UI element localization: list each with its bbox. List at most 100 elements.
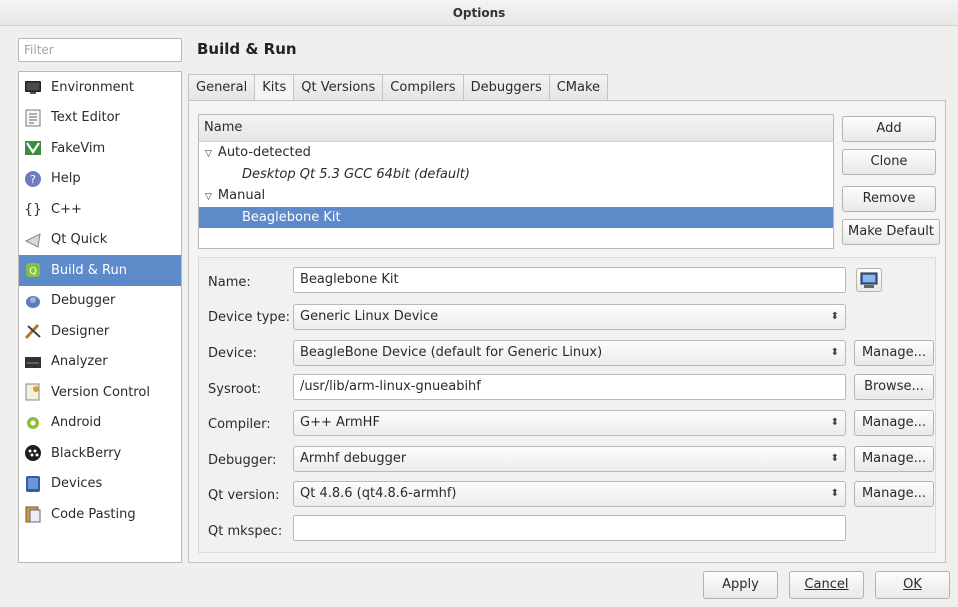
sidebar-item-label: FakeVim <box>51 140 106 156</box>
combo-arrows-icon: ⬍ <box>830 347 839 358</box>
sidebar-item-label: Qt Quick <box>51 232 108 248</box>
combo-arrows-icon: ⬍ <box>830 311 839 322</box>
sidebar-item-build-run[interactable]: Q Build & Run <box>19 255 181 286</box>
sidebar-item-debugger[interactable]: Debugger <box>19 286 181 317</box>
device-type-combo[interactable]: Generic Linux Device ⬍ <box>293 304 846 330</box>
filter-input[interactable] <box>18 38 182 62</box>
sidebar-item-analyzer[interactable]: Analyzer <box>19 347 181 378</box>
apply-button[interactable]: Apply <box>703 571 778 599</box>
combo-arrows-icon: ⬍ <box>830 488 839 499</box>
qt-version-combo[interactable]: Qt 4.8.6 (qt4.8.6-armhf) ⬍ <box>293 481 846 507</box>
tree-group-label: Manual <box>217 188 266 203</box>
blackberry-icon <box>24 444 42 462</box>
sidebar-item-cpp[interactable]: {} C++ <box>19 194 181 225</box>
device-combo[interactable]: BeagleBone Device (default for Generic L… <box>293 340 846 366</box>
sidebar-item-fakevim[interactable]: FakeVim <box>19 133 181 164</box>
sidebar-item-label: Help <box>51 171 81 187</box>
fakevim-icon <box>24 139 42 157</box>
sidebar-item-android[interactable]: Android <box>19 408 181 439</box>
options-category-list: Environment Text Editor FakeVim ? Help {… <box>18 71 182 563</box>
debugger-combo[interactable]: Armhf debugger ⬍ <box>293 446 846 472</box>
debugger-manage-button[interactable]: Manage... <box>854 446 934 472</box>
ok-button[interactable]: OK <box>875 571 950 599</box>
device-value: BeagleBone Device (default for Generic L… <box>300 345 603 360</box>
kit-details-panel <box>198 257 936 553</box>
sidebar-item-qt-quick[interactable]: Qt Quick <box>19 225 181 256</box>
tree-column-header[interactable]: Name <box>199 115 833 142</box>
qt-mkspec-label: Qt mkspec: <box>208 524 283 539</box>
qt-version-label: Qt version: <box>208 488 280 503</box>
sidebar-item-label: Version Control <box>51 384 150 400</box>
help-icon: ? <box>24 170 42 188</box>
sidebar-item-blackberry[interactable]: BlackBerry <box>19 438 181 469</box>
expand-triangle-icon[interactable]: ▽ <box>205 187 212 208</box>
sidebar-item-code-pasting[interactable]: Code Pasting <box>19 499 181 530</box>
svg-text:?: ? <box>30 173 36 186</box>
sysroot-label: Sysroot: <box>208 382 262 397</box>
device-label: Device: <box>208 346 257 361</box>
tree-group-label: Auto-detected <box>217 145 311 160</box>
tab-compilers[interactable]: Compilers <box>382 74 464 101</box>
compiler-combo[interactable]: G++ ArmHF ⬍ <box>293 410 846 436</box>
qt-mkspec-field[interactable] <box>293 515 846 541</box>
code-pasting-icon <box>24 505 42 523</box>
expand-triangle-icon[interactable]: ▽ <box>205 144 212 165</box>
tree-item-beaglebone-kit[interactable]: Beaglebone Kit <box>199 206 833 228</box>
device-manage-button[interactable]: Manage... <box>854 340 934 366</box>
compiler-label: Compiler: <box>208 417 271 432</box>
sidebar-item-devices[interactable]: Devices <box>19 469 181 500</box>
version-control-icon <box>24 383 42 401</box>
tab-cmake[interactable]: CMake <box>548 74 609 101</box>
tab-debuggers[interactable]: Debuggers <box>462 74 550 101</box>
tree-group-manual[interactable]: ▽ Manual <box>199 185 833 207</box>
combo-arrows-icon: ⬍ <box>830 417 839 428</box>
add-kit-button[interactable]: Add <box>842 116 936 142</box>
designer-icon <box>24 322 42 340</box>
sidebar-item-designer[interactable]: Designer <box>19 316 181 347</box>
kits-tree: Name ▽ Auto-detected Desktop Qt 5.3 GCC 6… <box>198 114 834 249</box>
tab-kits[interactable]: Kits <box>254 74 295 102</box>
sidebar-item-label: Designer <box>51 323 110 339</box>
sidebar-item-label: Android <box>51 415 102 431</box>
sidebar-item-label: BlackBerry <box>51 445 122 461</box>
sysroot-field[interactable]: /usr/lib/arm-linux-gnueabihf <box>293 374 846 400</box>
svg-text:Q: Q <box>29 266 37 277</box>
braces-icon: {} <box>24 200 42 218</box>
analyzer-icon <box>24 353 42 371</box>
debugger-label: Debugger: <box>208 453 277 468</box>
sidebar-item-environment[interactable]: Environment <box>19 72 181 103</box>
sidebar-item-label: C++ <box>51 201 82 217</box>
sidebar-item-text-editor[interactable]: Text Editor <box>19 103 181 134</box>
device-type-label: Device type: <box>208 310 291 325</box>
qt-version-value: Qt 4.8.6 (qt4.8.6-armhf) <box>300 486 457 501</box>
kit-icon-button[interactable] <box>856 268 882 292</box>
tree-item-desktop-kit[interactable]: Desktop Qt 5.3 GCC 64bit (default) <box>199 164 833 186</box>
sidebar-item-help[interactable]: ? Help <box>19 164 181 195</box>
build-run-icon: Q <box>24 261 42 279</box>
sysroot-browse-button[interactable]: Browse... <box>854 374 934 400</box>
cancel-button[interactable]: Cancel <box>789 571 864 599</box>
qt-version-manage-button[interactable]: Manage... <box>854 481 934 507</box>
tree-group-auto-detected[interactable]: ▽ Auto-detected <box>199 142 833 164</box>
sidebar-item-label: Text Editor <box>51 110 120 126</box>
remove-kit-button[interactable]: Remove <box>842 186 936 212</box>
qt-quick-icon <box>24 231 42 249</box>
kit-name-field[interactable]: Beaglebone Kit <box>293 267 846 293</box>
compiler-manage-button[interactable]: Manage... <box>854 410 934 436</box>
make-default-button[interactable]: Make Default <box>842 219 940 245</box>
devices-icon <box>24 475 42 493</box>
text-document-icon <box>24 109 42 127</box>
tab-qt-versions[interactable]: Qt Versions <box>293 74 384 101</box>
tab-general[interactable]: General <box>188 74 256 101</box>
sidebar-item-label: Code Pasting <box>51 506 136 522</box>
sidebar-item-version-control[interactable]: Version Control <box>19 377 181 408</box>
window-title: Options <box>0 0 958 26</box>
debugger-value: Armhf debugger <box>300 451 407 466</box>
android-icon <box>24 414 42 432</box>
compiler-value: G++ ArmHF <box>300 415 380 430</box>
page-title: Build & Run <box>197 40 297 58</box>
sidebar-item-label: Debugger <box>51 293 116 309</box>
tab-bar: General Kits Qt Versions Compilers Debug… <box>188 74 609 102</box>
clone-kit-button[interactable]: Clone <box>842 149 936 175</box>
debugger-icon <box>24 292 42 310</box>
